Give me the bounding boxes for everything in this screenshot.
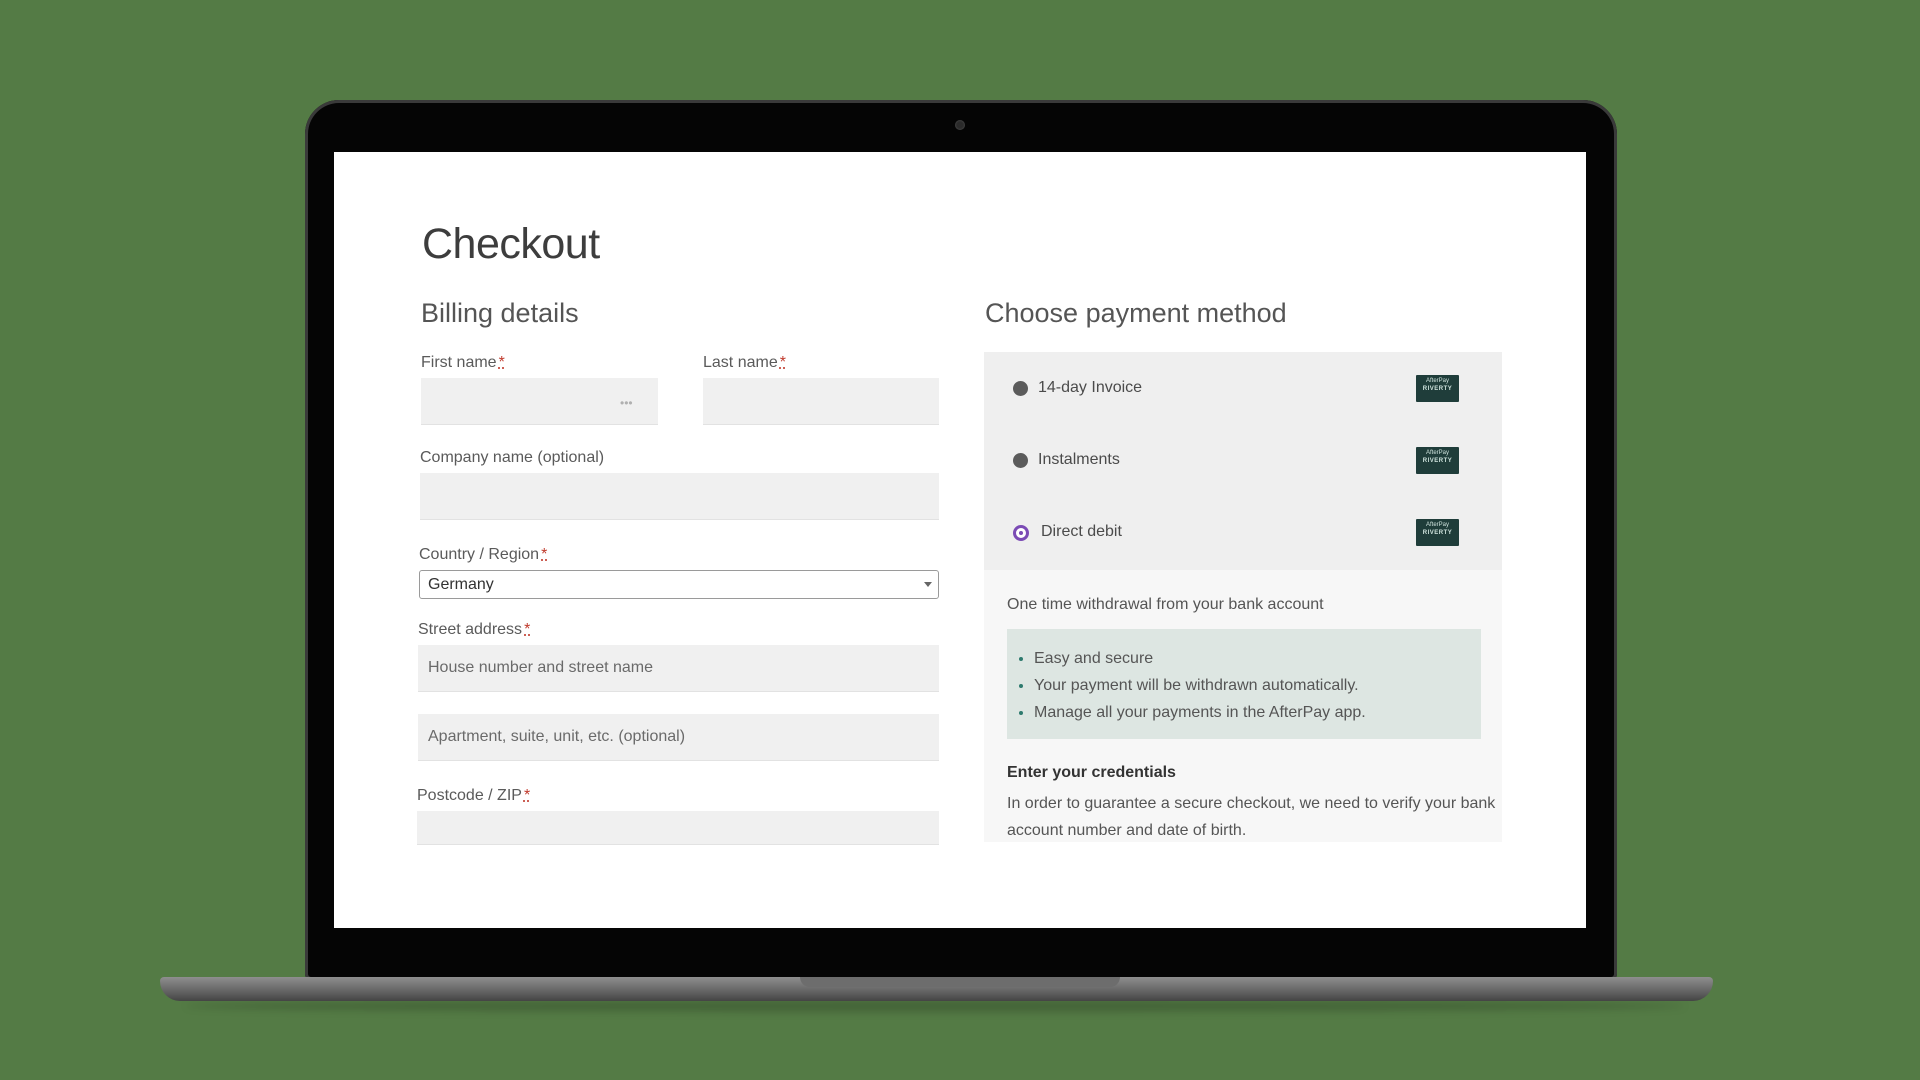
browser-screen: Checkout Billing details First name * •••… <box>334 152 1586 928</box>
country-value: Germany <box>428 576 494 593</box>
payment-description: One time withdrawal from your bank accou… <box>1007 596 1324 613</box>
radio-button[interactable] <box>1013 381 1028 396</box>
afterpay-logo-icon: AfterPay RIVERTY <box>1416 375 1459 402</box>
last-name-input[interactable] <box>703 378 939 425</box>
street-address-input[interactable] <box>418 645 939 692</box>
payment-options: 14-day Invoice AfterPay RIVERTY Instalmen… <box>984 352 1502 570</box>
benefit-item: Easy and secure <box>1034 645 1481 672</box>
country-select[interactable]: Germany <box>419 570 939 599</box>
payment-option-label: Direct debit <box>1041 523 1122 540</box>
company-label: Company name (optional) <box>420 449 605 466</box>
laptop-shadow <box>185 1000 1685 1012</box>
afterpay-logo-icon: AfterPay RIVERTY <box>1416 447 1459 474</box>
required-mark: * <box>523 787 531 804</box>
dots-icon[interactable]: ••• <box>620 396 633 410</box>
credentials-title: Enter your credentials <box>1007 764 1176 781</box>
laptop-base-notch <box>800 977 1120 987</box>
payment-option-instalments[interactable]: Instalments AfterPay RIVERTY <box>984 431 1502 491</box>
payment-option-label: 14-day Invoice <box>1038 379 1143 396</box>
postcode-input[interactable] <box>417 811 939 845</box>
radio-button[interactable] <box>1013 453 1028 468</box>
webcam-icon <box>955 120 965 130</box>
benefit-item: Manage all your payments in the AfterPay… <box>1034 699 1481 726</box>
credentials-text: In order to guarantee a secure checkout,… <box>1007 795 1496 839</box>
payment-option-label: Instalments <box>1038 451 1120 468</box>
radio-button-selected[interactable] <box>1013 525 1029 541</box>
required-mark: * <box>498 354 505 371</box>
last-name-label: Last name * <box>703 354 786 371</box>
payment-title: Choose payment method <box>985 298 1287 328</box>
required-mark: * <box>524 621 531 638</box>
country-label: Country / Region * <box>419 546 548 563</box>
benefit-item: Your payment will be withdrawn automatic… <box>1034 672 1481 699</box>
billing-title: Billing details <box>421 298 579 328</box>
postcode-label: Postcode / ZIP * <box>417 787 531 804</box>
page-title: Checkout <box>422 220 600 268</box>
company-input[interactable] <box>420 473 939 520</box>
required-mark: * <box>541 546 548 563</box>
street-label: Street address * <box>418 621 531 638</box>
afterpay-logo-icon: AfterPay RIVERTY <box>1416 519 1459 546</box>
required-mark: * <box>779 354 786 371</box>
first-name-label: First name * <box>421 354 505 371</box>
street-address-line2-input[interactable] <box>418 714 939 761</box>
chevron-down-icon <box>924 582 932 587</box>
benefits-box: Easy and secure Your payment will be wit… <box>1007 629 1481 739</box>
payment-option-invoice[interactable]: 14-day Invoice AfterPay RIVERTY <box>984 359 1502 419</box>
payment-option-direct-debit[interactable]: Direct debit AfterPay RIVERTY <box>984 503 1502 563</box>
